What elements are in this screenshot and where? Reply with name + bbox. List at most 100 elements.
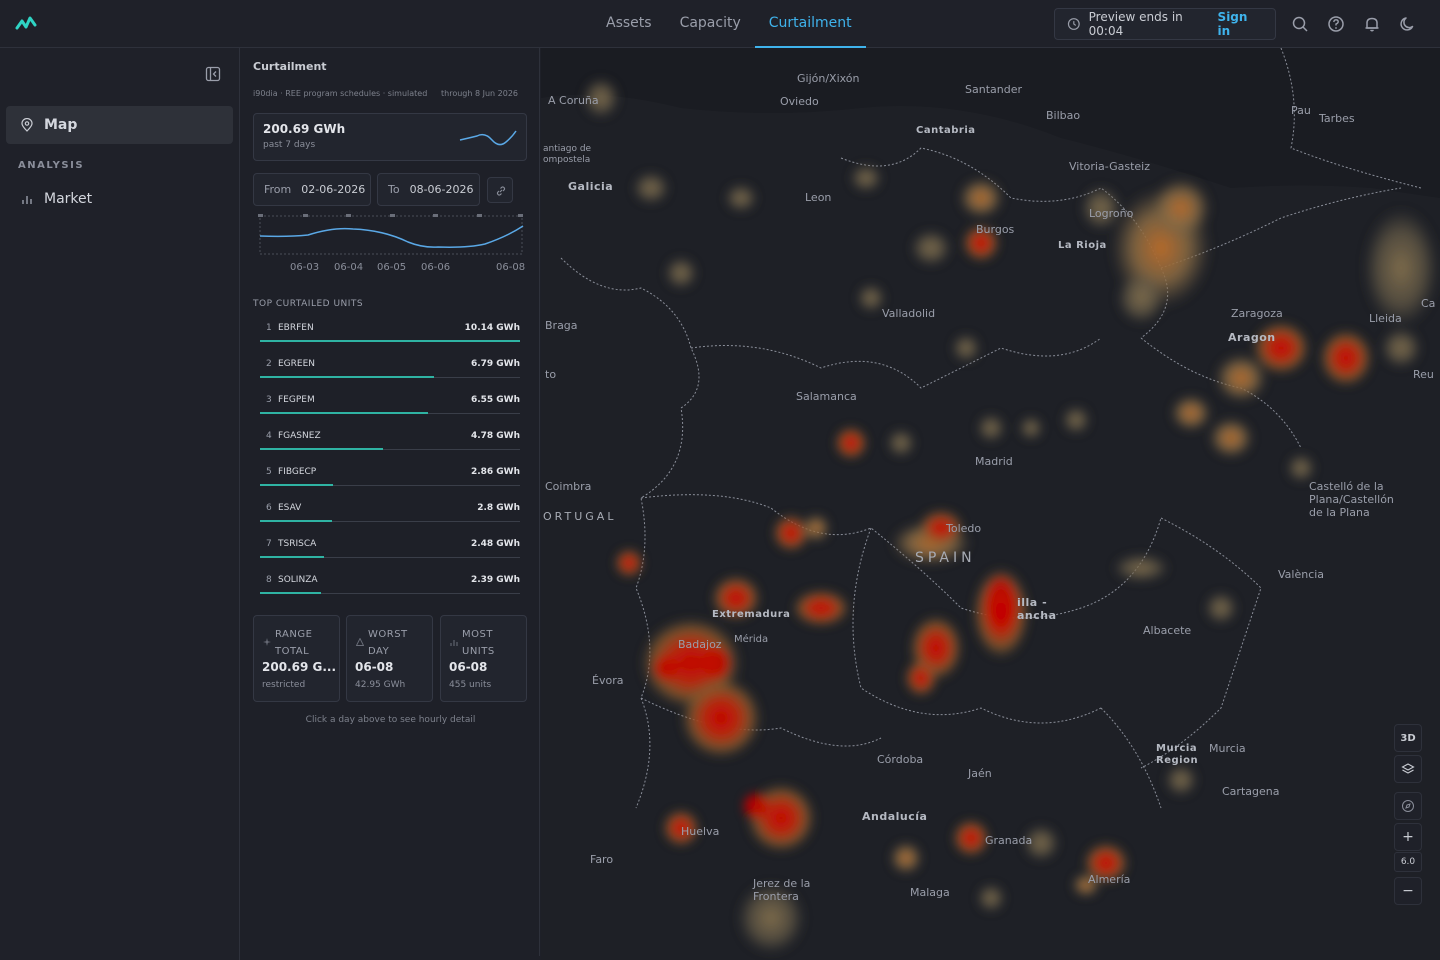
bell-icon[interactable] [1362, 14, 1382, 34]
heat-map[interactable]: Gijón/Xixón Oviedo Santander Bilbao A Co… [541, 48, 1440, 960]
to-label: To [388, 183, 400, 196]
map-label-ca: Ca [1421, 297, 1436, 310]
sidebar-item-market[interactable]: Market [6, 180, 233, 218]
map-label-bilbao: Bilbao [1046, 109, 1081, 122]
map-label-lleida: Lleida [1369, 312, 1402, 325]
unit-rank: 5 [266, 467, 272, 477]
map-label-spain: SPAIN [915, 550, 976, 566]
unit-row[interactable]: 3 FEGPEM 6.55 GWh [260, 391, 520, 415]
map-label-toledo: Toledo [946, 522, 982, 535]
map-label-badajoz: Badajoz [678, 638, 722, 651]
tab-curtailment[interactable]: Curtailment [754, 0, 866, 48]
unit-bar-fill [260, 556, 324, 558]
unit-row[interactable]: 8 SOLINZA 2.39 GWh [260, 571, 520, 595]
tab-capacity[interactable]: Capacity [666, 0, 755, 48]
unit-rank: 2 [266, 359, 272, 369]
sidebar: - Map ANALYSIS Market [0, 48, 240, 960]
unit-row[interactable]: 6 ESAV 2.8 GWh [260, 499, 520, 523]
map-label-valladolid: Valladolid [882, 307, 936, 320]
map-label-malaga: Malaga [910, 886, 950, 899]
map-label-extremadura: Extremadura [712, 609, 791, 620]
compass-icon [1402, 800, 1414, 812]
map-label-zaragoza: Zaragoza [1231, 307, 1283, 320]
map-label-cartagena: Cartagena [1222, 785, 1280, 798]
map-label-pau: Pau [1291, 104, 1311, 117]
map-label-galicia: Galicia [568, 180, 614, 193]
map-pin-icon [21, 118, 33, 132]
layers-icon [1401, 763, 1415, 774]
unit-name: TSRISCA [278, 539, 317, 549]
unit-gwh: 6.55 GWh [470, 395, 520, 405]
stat-value: 200.69 G... [262, 660, 337, 674]
unit-rank: 3 [266, 395, 272, 405]
unit-gwh: 2.8 GWh [477, 503, 520, 513]
zoom-in-button[interactable]: + [1394, 823, 1422, 851]
map-label-santander: Santander [965, 83, 1022, 96]
help-icon[interactable] [1326, 14, 1346, 34]
logo-icon[interactable] [14, 12, 38, 36]
panel-subtitle: i90dia · REE program schedules · simulat… [253, 89, 428, 98]
sign-in-link[interactable]: Sign in [1218, 10, 1263, 38]
unit-name: FGASNEZ [278, 431, 321, 441]
map-label-castilla: illa - ancha [1017, 596, 1057, 622]
map-label-coruna: A Coruña [548, 94, 599, 107]
warning-icon [356, 638, 364, 646]
main-nav: Assets Capacity Curtailment [592, 0, 866, 48]
compass-button[interactable] [1394, 792, 1422, 820]
map-label-murcia-region: Murcia Region [1156, 743, 1199, 766]
sidebar-item-map[interactable]: Map [6, 106, 233, 144]
kpi-sparkline [459, 130, 517, 146]
bar-chart-icon [22, 196, 32, 204]
top-units-header: TOP CURTAILED UNITS [253, 299, 364, 309]
map-label-portugal: ORTUGAL [543, 510, 617, 523]
unit-row[interactable]: 5 FIBGECP 2.86 GWh [260, 463, 520, 487]
unit-row[interactable]: 4 FGASNEZ 4.78 GWh [260, 427, 520, 451]
unit-bar-fill [260, 340, 520, 342]
daily-curtailment-chart[interactable] [253, 212, 525, 260]
3d-toggle-button[interactable]: 3D [1394, 724, 1422, 752]
map-label-merida: Mérida [734, 634, 769, 645]
clock-icon [1067, 18, 1080, 30]
from-date-field[interactable]: From 02-06-2026 [253, 173, 371, 206]
hourly-hint: Click a day above to see hourly detail [305, 715, 476, 725]
copy-link-button[interactable] [487, 177, 513, 203]
stat-value: 06-08 [355, 660, 394, 674]
sparkle-icon [263, 638, 271, 646]
layers-button[interactable] [1394, 755, 1422, 783]
preview-banner: Preview ends in 00:04 Sign in [1054, 8, 1276, 40]
unit-bar-fill [260, 592, 322, 594]
collapse-sidebar-icon[interactable] [205, 66, 221, 82]
zoom-out-button[interactable]: − [1394, 877, 1422, 905]
map-canvas[interactable] [541, 48, 1440, 960]
sidebar-section-analysis: ANALYSIS [18, 160, 85, 171]
tab-assets[interactable]: Assets [592, 0, 666, 48]
unit-row[interactable]: 2 EGREEN 6.79 GWh [260, 355, 520, 379]
sidebar-item-label: Market [44, 191, 93, 207]
map-label-jaen: Jaén [968, 767, 992, 780]
tick-label: 06-06 [421, 262, 451, 273]
map-label-oviedo: Oviedo [780, 95, 819, 108]
curtailment-line [259, 225, 524, 248]
search-icon[interactable] [1290, 14, 1310, 34]
from-value: 02-06-2026 [301, 183, 366, 196]
tick-label: 06-05 [377, 262, 407, 273]
moon-icon[interactable] [1398, 14, 1418, 34]
map-label-evora: Évora [592, 674, 624, 687]
unit-rank: 1 [266, 323, 272, 333]
map-label-coimbra: Coimbra [545, 480, 592, 493]
unit-rank: 4 [266, 431, 272, 441]
unit-row[interactable]: 1 EBRFEN 10.14 GWh [260, 319, 520, 343]
map-label-vitoria: Vitoria-Gasteiz [1069, 160, 1150, 173]
preview-text: Preview ends in 00:04 [1088, 10, 1183, 38]
to-date-field[interactable]: To 08-06-2026 [377, 173, 480, 206]
map-label-murcia: Murcia [1209, 742, 1246, 755]
unit-gwh: 6.79 GWh [470, 359, 520, 369]
unit-gwh: 10.14 GWh [464, 323, 520, 333]
unit-gwh: 2.48 GWh [470, 539, 520, 549]
map-label-braga: Braga [545, 319, 578, 332]
map-label-granada: Granada [985, 834, 1033, 847]
map-label-gijon: Gijón/Xixón [797, 72, 860, 85]
unit-gwh: 4.78 GWh [470, 431, 520, 441]
unit-bar-fill [260, 448, 383, 450]
unit-row[interactable]: 7 TSRISCA 2.48 GWh [260, 535, 520, 559]
